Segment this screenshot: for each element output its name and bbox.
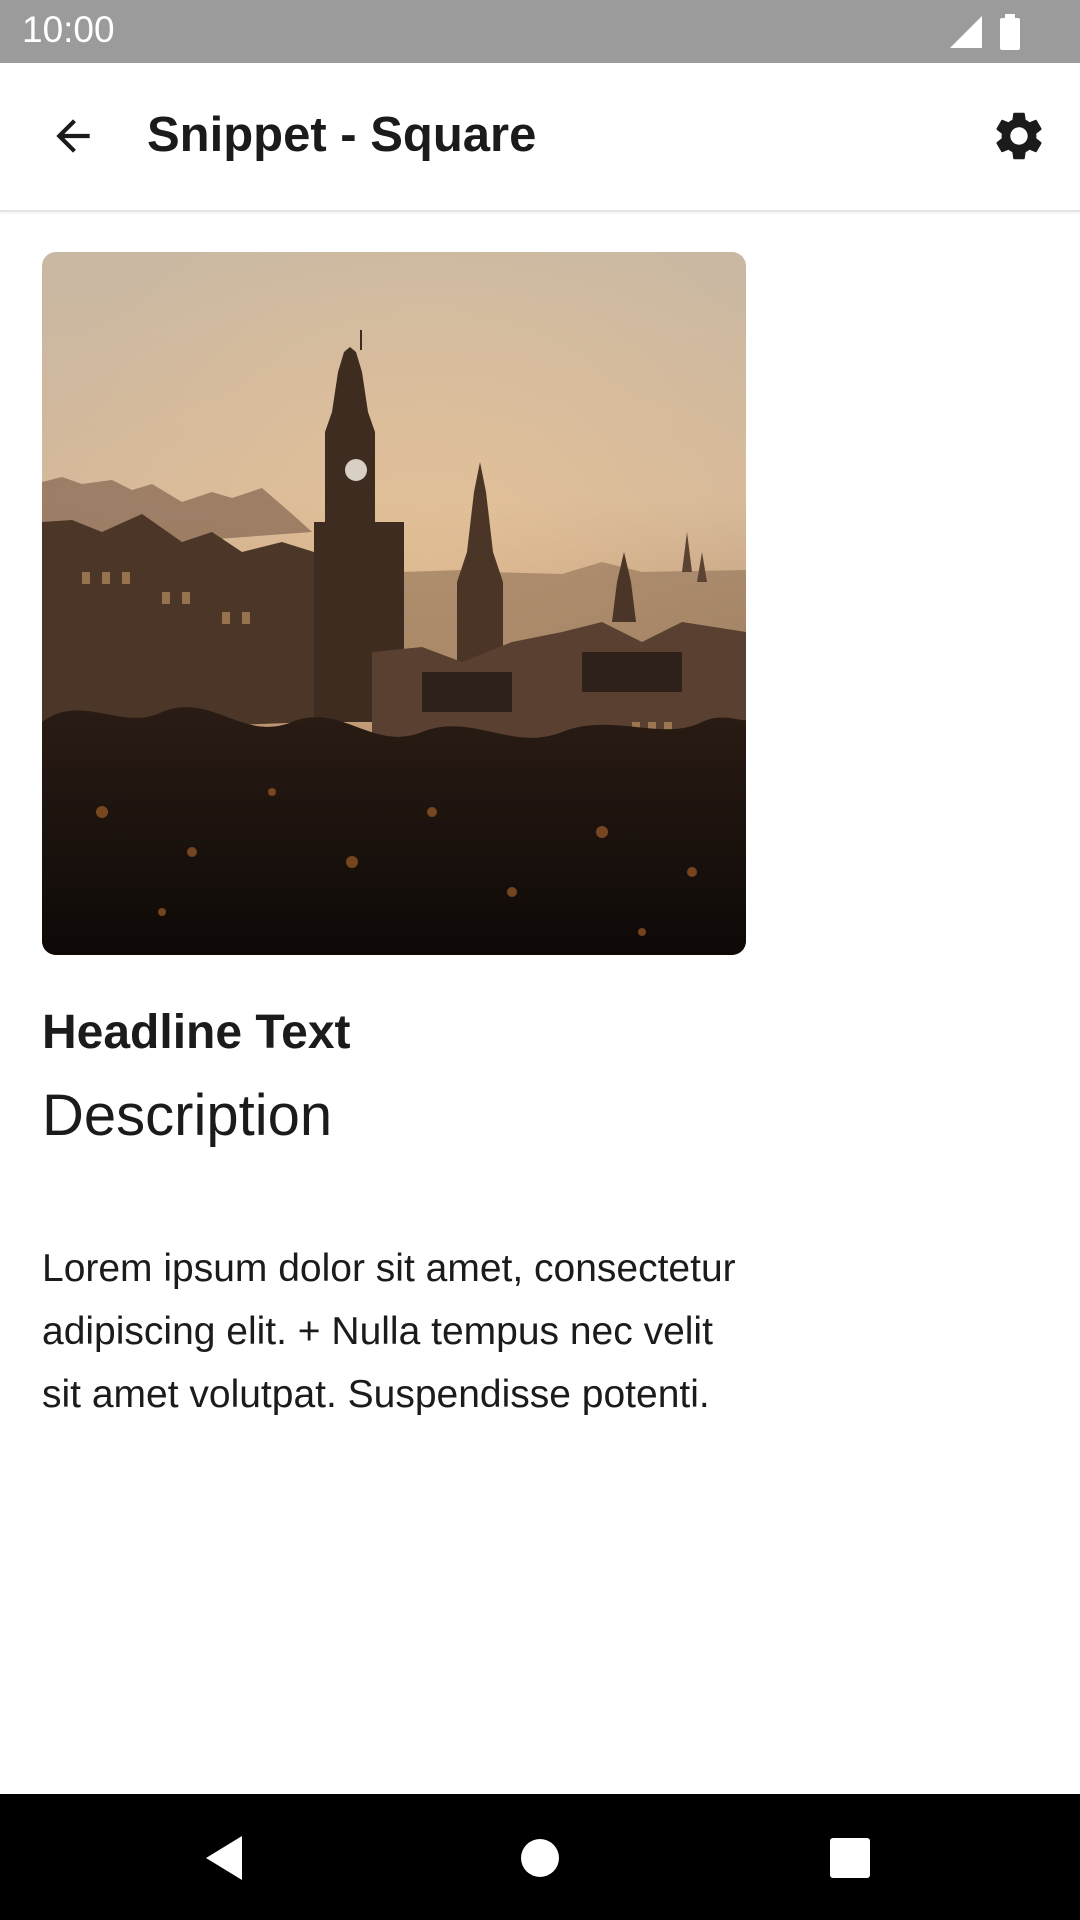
system-nav-bar	[0, 1794, 1080, 1920]
snippet-card: Headline Text Description Lorem ipsum do…	[42, 252, 746, 1426]
status-bar: 10:00	[0, 0, 1080, 63]
settings-button[interactable]	[986, 103, 1052, 169]
recents-square-icon[interactable]	[820, 1828, 880, 1888]
page-title: Snippet - Square	[147, 108, 537, 162]
arrow-back-icon	[56, 119, 90, 153]
description-text: Description	[42, 1083, 333, 1148]
city-skyline-photo	[42, 252, 746, 955]
gear-icon	[996, 112, 1042, 160]
status-time: 10:00	[22, 9, 115, 50]
body-text: Lorem ipsum dolor sit amet, consectetur …	[42, 1247, 736, 1416]
signal-icon	[950, 16, 982, 48]
battery-icon	[1000, 14, 1020, 50]
home-circle-icon[interactable]	[510, 1828, 570, 1888]
back-button[interactable]	[40, 103, 106, 169]
headline-text: Headline Text	[42, 1006, 351, 1059]
back-triangle-icon[interactable]	[194, 1828, 254, 1888]
status-icons	[950, 14, 1020, 50]
app-bar: Snippet - Square	[0, 63, 1080, 212]
